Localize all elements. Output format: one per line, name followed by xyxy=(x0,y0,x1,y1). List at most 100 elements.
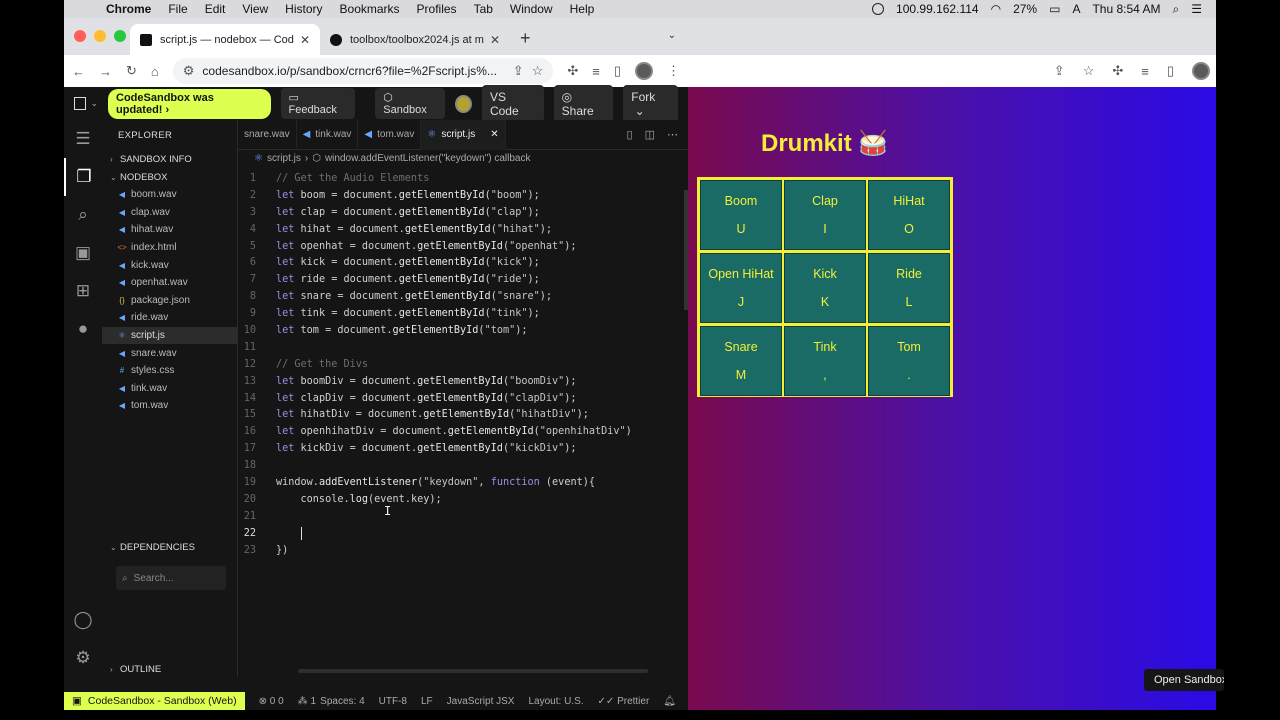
reload-icon[interactable]: ↻ xyxy=(126,63,137,79)
drum-pad-kick[interactable]: Kick K xyxy=(784,253,866,323)
back-icon[interactable]: ← xyxy=(72,64,85,79)
problems-count[interactable]: ⊗ 0 0 xyxy=(259,696,284,707)
close-tab-icon[interactable]: ✕ xyxy=(490,33,500,47)
explorer-icon[interactable]: ❐ xyxy=(64,158,102,196)
drum-pad-tom[interactable]: Tom. xyxy=(868,326,950,396)
user-avatar[interactable] xyxy=(454,94,472,113)
code-line[interactable]: 15 let hihatDiv = document.getElementById… xyxy=(238,406,688,423)
horizontal-scrollbar[interactable] xyxy=(298,669,648,673)
language-status[interactable]: JavaScript JSX xyxy=(447,696,515,707)
extensions-icon[interactable]: ✣ xyxy=(567,63,578,79)
drum-pad-open-hihat[interactable]: Open HiHat J xyxy=(700,253,782,323)
editor-tab-snare[interactable]: snare.wav xyxy=(238,119,297,150)
code-line[interactable]: 22 xyxy=(238,525,688,542)
code-line[interactable]: 2 let boom = document.getElementById("boo… xyxy=(238,187,688,204)
split-editor-icon[interactable]: ◫ xyxy=(645,128,655,141)
breadcrumb-file[interactable]: script.js xyxy=(267,153,301,164)
control-center-icon[interactable]: ☰ xyxy=(1191,2,1202,16)
menu-edit[interactable]: Edit xyxy=(205,2,226,16)
menu-history[interactable]: History xyxy=(285,2,322,16)
settings-gear-icon[interactable]: ⚙ xyxy=(64,639,102,677)
menu-tab[interactable]: Tab xyxy=(474,2,493,16)
editor-tab-tink[interactable]: ◀ tink.wav xyxy=(297,119,359,150)
code-line[interactable]: 21 xyxy=(238,508,688,525)
environment-status[interactable]: ▣ CodeSandbox - Sandbox (Web) xyxy=(64,692,245,710)
more-actions-icon[interactable]: ⋯ xyxy=(667,128,678,141)
close-tab-icon[interactable]: ✕ xyxy=(490,129,498,140)
file-package-json[interactable]: {} package.json xyxy=(102,292,237,310)
sandbox-button[interactable]: ⬡ Sandbox xyxy=(375,88,445,119)
ip-address[interactable]: 100.99.162.114 xyxy=(896,2,979,16)
updated-badge[interactable]: CodeSandbox was updated! › xyxy=(108,88,271,119)
browser-tab-script[interactable]: script.js — nodebox — CodeSandbox ✕ xyxy=(130,24,320,55)
reading-list-icon[interactable]: ≡ xyxy=(1141,64,1149,79)
open-sandbox-button[interactable]: Open Sandbox xyxy=(1144,669,1224,691)
code-line[interactable]: 13 let boomDiv = document.getElementById(… xyxy=(238,373,688,390)
drum-pad-clap[interactable]: Clap I xyxy=(784,180,866,250)
menu-bookmarks[interactable]: Bookmarks xyxy=(340,2,400,16)
wifi-icon[interactable]: ◠ xyxy=(991,2,1001,16)
chrome-menu-icon[interactable]: ⋮ xyxy=(667,63,680,79)
drum-pad-hihat[interactable]: HiHat O xyxy=(868,180,950,250)
reading-list-icon[interactable]: ≡ xyxy=(592,64,600,79)
code-line[interactable]: 17 let kickDiv = document.getElementById(… xyxy=(238,440,688,457)
file-tink-wav[interactable]: ◀ tink.wav xyxy=(102,380,237,398)
account-icon[interactable]: ◯ xyxy=(64,601,102,639)
extensions-icon[interactable]: ⊞ xyxy=(64,272,102,310)
file-kick-wav[interactable]: ◀ kick.wav xyxy=(102,256,237,274)
editor-tab-script[interactable]: ⚛ script.js ✕ xyxy=(421,119,506,150)
code-line[interactable]: 11 xyxy=(238,339,688,356)
code-line[interactable]: 8 let snare = document.getElementById("sn… xyxy=(238,288,688,305)
keyboard-layout-status[interactable]: Layout: U.S. xyxy=(528,696,583,707)
file-tom-wav[interactable]: ◀ tom.wav xyxy=(102,397,237,415)
site-info-icon[interactable]: ⚙ xyxy=(183,63,195,79)
eol-status[interactable]: LF xyxy=(421,696,433,707)
ports-count[interactable]: ⁂ 1 xyxy=(298,696,316,707)
file-ride-wav[interactable]: ◀ ride.wav xyxy=(102,309,237,327)
sandbox-info-section[interactable]: › SANDBOX INFO xyxy=(102,150,237,168)
clock[interactable]: Thu 8:54 AM xyxy=(1092,2,1160,16)
menu-chrome[interactable]: Chrome xyxy=(106,2,151,16)
address-bar[interactable]: ⚙ codesandbox.io/p/sandbox/crncr6?file=%… xyxy=(172,58,554,84)
share-page-icon[interactable]: ⇪ xyxy=(1054,63,1065,79)
encoding-status[interactable]: UTF-8 xyxy=(379,696,407,707)
menu-profiles[interactable]: Profiles xyxy=(417,2,457,16)
prettier-status[interactable]: ✓✓ Prettier xyxy=(598,696,650,707)
zoom-window-button[interactable] xyxy=(114,30,126,42)
file-openhat-wav[interactable]: ◀ openhat.wav xyxy=(102,274,237,292)
terminal-icon[interactable]: ▣ xyxy=(64,234,102,272)
dependencies-header[interactable]: ⌄ DEPENDENCIES xyxy=(102,538,238,556)
bookmark-star-icon[interactable]: ☆ xyxy=(1083,63,1095,79)
outline-section[interactable]: › OUTLINE xyxy=(102,661,161,677)
notifications-bell-icon[interactable]: 🔔︎ xyxy=(663,696,676,707)
search-icon[interactable]: ⌕ xyxy=(64,196,102,234)
code-line[interactable]: 14 let clapDiv = document.getElementById(… xyxy=(238,390,688,407)
side-panel-icon[interactable]: ▯ xyxy=(614,63,621,79)
file-index-html[interactable]: <> index.html xyxy=(102,239,237,257)
code-line[interactable]: 19 window.addEventListener("keydown", fun… xyxy=(238,474,688,491)
minimize-window-button[interactable] xyxy=(94,30,106,42)
code-line[interactable]: 16 let openhihatDiv = document.getElement… xyxy=(238,423,688,440)
code-line[interactable]: 18 xyxy=(238,457,688,474)
input-source-icon[interactable]: A xyxy=(1072,2,1080,16)
tab-search-chevron-icon[interactable]: ⌄ xyxy=(668,30,676,41)
share-page-icon[interactable]: ⇪ xyxy=(513,63,524,79)
bookmark-star-icon[interactable]: ☆ xyxy=(532,63,544,79)
breadcrumb-symbol[interactable]: window.addEventListener("keydown") callb… xyxy=(325,153,531,164)
file-snare-wav[interactable]: ◀ snare.wav xyxy=(102,344,237,362)
file-hihat-wav[interactable]: ◀ hihat.wav xyxy=(102,221,237,239)
code-line[interactable]: 4 let hihat = document.getElementById("hi… xyxy=(238,221,688,238)
side-panel-icon[interactable]: ▯ xyxy=(1167,63,1174,79)
drum-pad-boom[interactable]: Boom U xyxy=(700,180,782,250)
battery-percent[interactable]: 27% xyxy=(1013,2,1037,16)
record-icon[interactable] xyxy=(872,3,885,15)
share-button[interactable]: ◎ Share xyxy=(553,84,614,123)
new-tab-icon[interactable]: + xyxy=(520,28,531,49)
indentation-status[interactable]: Spaces: 4 xyxy=(320,696,364,707)
menu-icon[interactable]: ☰ xyxy=(64,120,102,158)
browser-tab-github[interactable]: toolbox/toolbox2024.js at master ✕ xyxy=(320,24,510,55)
file-boom-wav[interactable]: ◀ boom.wav xyxy=(102,186,237,204)
menu-window[interactable]: Window xyxy=(510,2,553,16)
github-icon[interactable]: ● xyxy=(64,310,102,348)
code-line[interactable]: 7 let ride = document.getElementById("rid… xyxy=(238,271,688,288)
